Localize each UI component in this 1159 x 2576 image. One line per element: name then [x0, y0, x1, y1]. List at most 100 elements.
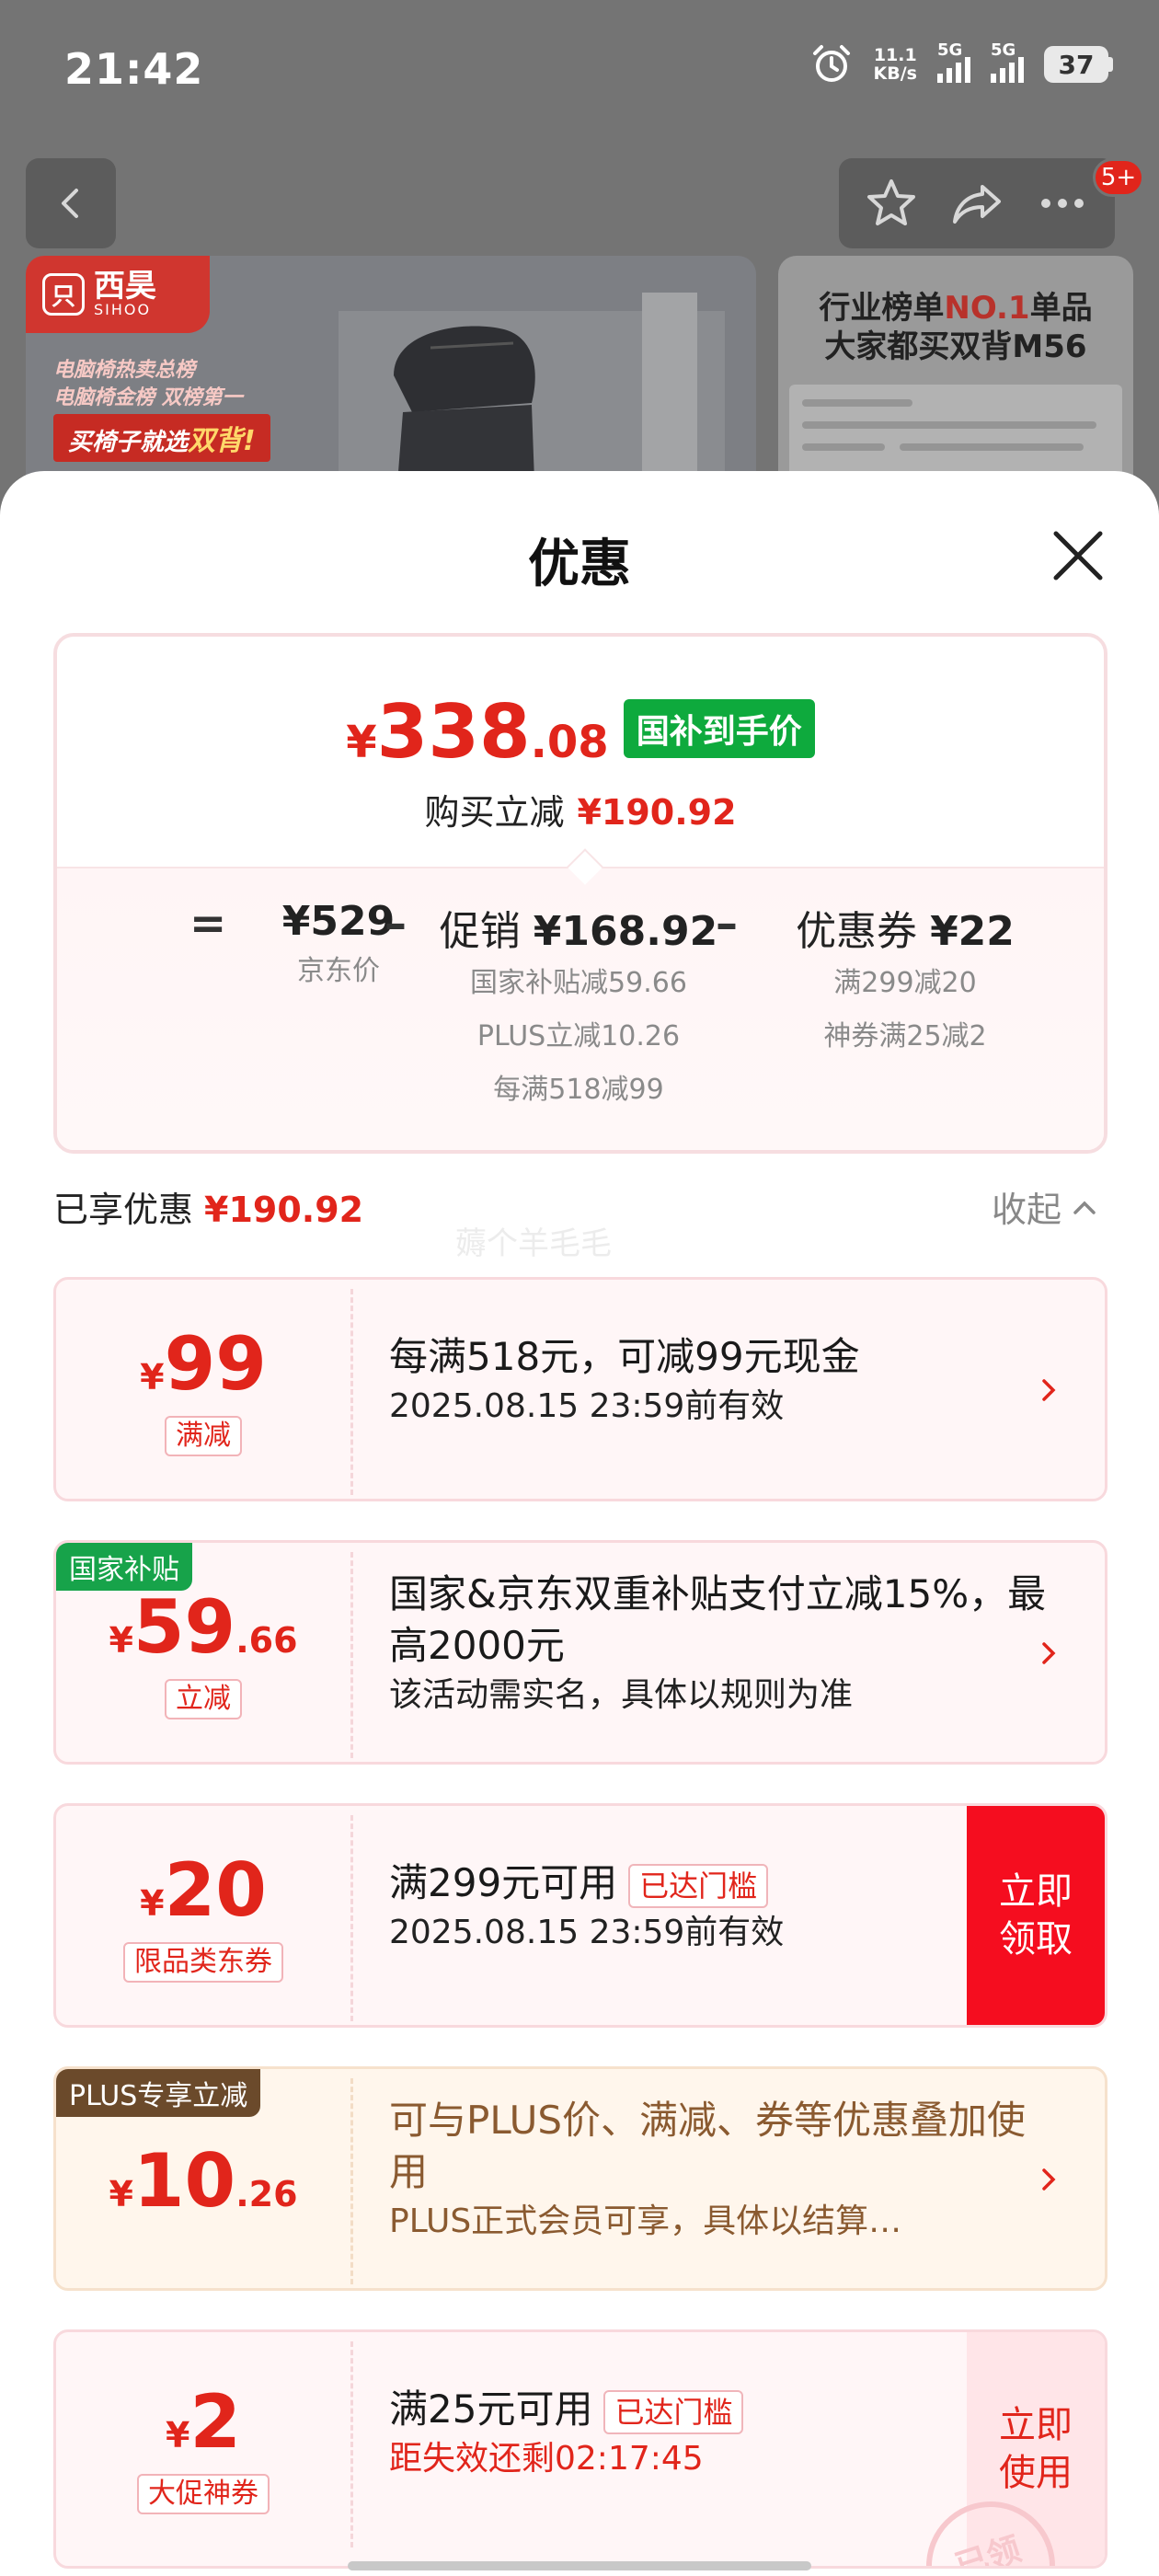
discount-description: 可与PLUS价、满减、券等优惠叠加使用 PLUS正式会员可享，具体以结算… — [389, 2095, 1051, 2246]
amount-yen: ¥ — [109, 1620, 133, 1661]
coupon-type-label: 大促神券 — [137, 2474, 270, 2514]
amount-yen: ¥ — [140, 1883, 165, 1924]
amount-yen: ¥ — [109, 2174, 133, 2214]
coupon-type: 限品类东券 — [56, 1942, 350, 1983]
battery-icon: 37 — [1044, 46, 1113, 83]
share-icon[interactable] — [949, 176, 1004, 231]
amount-dec: .26 — [235, 2174, 298, 2214]
back-chevron-icon — [62, 189, 78, 218]
discount-amount: ¥59.66 — [56, 1591, 350, 1664]
price-summary: ¥338.08 国补到手价 购买立减 ¥190.92 = ¥529 京东价 – 促… — [53, 633, 1107, 1154]
amount-dec: .66 — [235, 1620, 298, 1661]
discount-main-text: 可与PLUS价、满减、券等优惠叠加使用 — [389, 2098, 1027, 2194]
enjoyed-value: ¥190.92 — [204, 1190, 364, 1230]
coupon-type: 大促神券 — [56, 2474, 350, 2514]
promotion-item: 国家补贴减59.66 — [470, 967, 687, 999]
coupon-value: ¥22 — [930, 908, 1015, 955]
subsidy-price-badge: 国补到手价 — [623, 699, 815, 758]
signal-2-label: 5G — [991, 40, 1016, 60]
minus-sign-1: – — [384, 898, 407, 949]
signal-1-icon: 5G — [937, 40, 970, 83]
amount-int: 99 — [164, 1321, 267, 1407]
equals-sign: = — [189, 898, 227, 949]
coupon-condition: 满299元可用 已达门槛 — [389, 1857, 1051, 1909]
promo-tag-prefix: 买椅子就选 — [68, 429, 189, 456]
coupon-condition-text: 满25元可用 — [389, 2386, 593, 2432]
battery-level: 37 — [1044, 46, 1108, 83]
discount-card-full-reduction[interactable]: ¥99 满减 每满518元，可减99元现金 2025.08.15 23:59前有… — [53, 1277, 1107, 1501]
collapse-label: 收起 — [992, 1190, 1062, 1230]
discount-type: 立减 — [56, 1679, 350, 1719]
brand-mark-icon: 只 — [42, 273, 85, 316]
discount-main-text: 国家&京东双重补贴支付立减15%，最高2000元 — [389, 1571, 1047, 1668]
reduction-label: 购买立减 — [424, 792, 565, 833]
jd-price-label: 京东价 — [297, 955, 380, 987]
watermark: 薅个羊毛毛 — [455, 1225, 612, 1262]
collapse-button[interactable]: 收起 — [992, 1181, 1098, 1232]
coupon-condition: 满25元可用 已达门槛 — [389, 2384, 1051, 2435]
close-icon[interactable] — [1049, 526, 1107, 585]
promotion-value: ¥168.92 — [533, 908, 718, 955]
promo-tag: 买椅子就选双背! — [53, 414, 270, 462]
promotion-item: PLUS立减10.26 — [476, 1020, 681, 1052]
coupon-item: 满299减20 — [833, 967, 977, 999]
home-indicator[interactable] — [348, 2561, 811, 2570]
coupon-condition-text: 满299元可用 — [389, 1860, 618, 1905]
promo-lines: 电脑椅热卖总榜 电脑椅金榜 双榜第一 — [53, 357, 243, 412]
ranking-title: 行业榜单NO.1单品 大家都买双背M56 — [778, 289, 1133, 366]
brand-logo: 只 西昊 SIHOO — [26, 256, 210, 333]
plus-exclusive-tag: PLUS专享立减 — [56, 2069, 261, 2117]
final-price-int: 338 — [376, 689, 531, 775]
final-price: ¥338.08 — [346, 696, 608, 769]
sheet-title: 优惠 — [528, 535, 631, 594]
threshold-met-badge: 已达门槛 — [628, 1863, 769, 1908]
amount-yen: ¥ — [165, 2415, 190, 2455]
final-price-dec: .08 — [530, 717, 609, 768]
amount-int: 10 — [132, 2138, 236, 2224]
amount-int: 2 — [189, 2379, 242, 2465]
signal-2-icon: 5G — [991, 40, 1024, 83]
coupon-label: 优惠券 — [796, 908, 918, 955]
discount-card-plus[interactable]: PLUS专享立减 ¥10.26 可与PLUS价、满减、券等优惠叠加使用 PLUS… — [53, 2066, 1107, 2291]
star-outline-icon[interactable] — [864, 176, 919, 231]
jd-price-value: ¥529 — [281, 898, 396, 945]
coupon-total: 优惠券 ¥22 — [767, 898, 1043, 957]
discount-sheet: 优惠 ¥338.08 国补到手价 购买立减 ¥190.92 = ¥529 京东价 … — [0, 471, 1159, 2576]
coupon-type-label: 限品类东券 — [123, 1942, 283, 1983]
minus-sign-2: – — [716, 898, 738, 949]
ranking-line-1-pre: 行业榜单 — [819, 290, 945, 327]
discount-description: 国家&京东双重补贴支付立减15%，最高2000元 该活动需实名，具体以规则为准 — [389, 1569, 1051, 1719]
more-dots-icon[interactable] — [1035, 176, 1090, 231]
discount-note: 该活动需实名，具体以规则为准 — [389, 1676, 854, 1714]
discount-type: 满减 — [56, 1416, 350, 1456]
chevron-right-icon[interactable] — [1035, 1635, 1062, 1672]
amount-int: 59 — [132, 1584, 236, 1670]
brand-sub: SIHOO — [94, 300, 152, 318]
discount-type-label: 满减 — [165, 1416, 242, 1456]
chevron-right-icon[interactable] — [1035, 1372, 1062, 1409]
coupon-amount: ¥20 — [56, 1854, 350, 1927]
threshold-met-badge: 已达门槛 — [603, 2389, 744, 2434]
message-badge: 5+ — [1093, 158, 1144, 197]
coupon-validity: 2025.08.15 23:59前有效 — [389, 1914, 785, 1951]
coupon-item: 神券满25减2 — [823, 1020, 987, 1052]
promo-tag-highlight: 双背! — [188, 425, 256, 457]
signal-1-label: 5G — [937, 40, 963, 60]
discount-amount: ¥99 — [56, 1328, 350, 1401]
amount-int: 20 — [164, 1847, 267, 1933]
back-button[interactable] — [26, 158, 116, 248]
chevron-up-icon — [1073, 1201, 1096, 1214]
enjoyed-discount: 已享优惠 ¥190.92 — [53, 1181, 363, 1232]
coupon-description: 满25元可用 已达门槛 距失效还剩02:17:45 — [389, 2384, 1051, 2483]
chevron-right-icon[interactable] — [1035, 2161, 1062, 2198]
background-page: 21:42 11.1 KB/s 5G 5G 37 5+ 只 西昊 SIHOO 电… — [0, 0, 1159, 532]
status-time: 21:42 — [64, 44, 204, 94]
ranking-line-1-post: 单品 — [1029, 290, 1093, 327]
claim-coupon-button[interactable]: 立即领取 — [967, 1806, 1105, 2025]
coupon-description: 满299元可用 已达门槛 2025.08.15 23:59前有效 — [389, 1857, 1051, 1957]
ranking-line-2: 大家都买双背M56 — [824, 328, 1087, 365]
discount-validity: 2025.08.15 23:59前有效 — [389, 1387, 785, 1425]
purchase-reduction: 购买立减 ¥190.92 — [57, 784, 1104, 834]
network-speed: 11.1 KB/s — [874, 46, 917, 83]
discount-card-national-subsidy[interactable]: 国家补贴 ¥59.66 立减 国家&京东双重补贴支付立减15%，最高2000元 … — [53, 1540, 1107, 1765]
